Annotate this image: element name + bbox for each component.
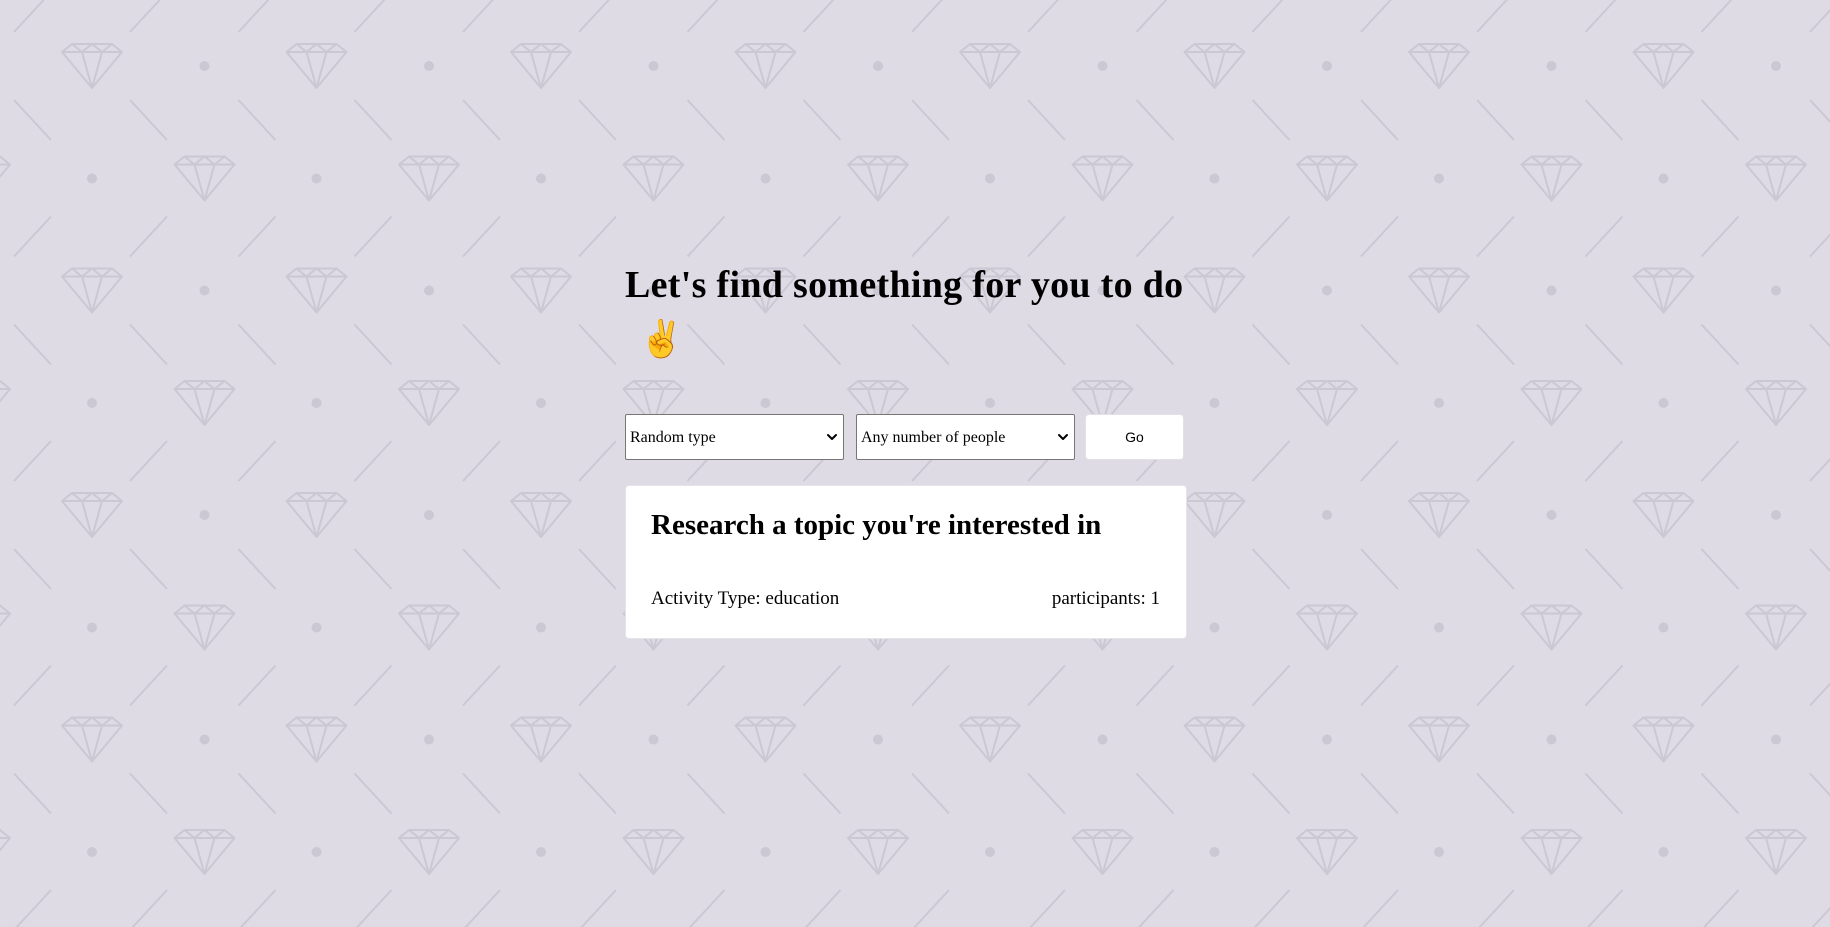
page-title: Let's find something for you to do ✌️ [625, 258, 1187, 366]
activity-meta: Activity Type: education participants: 1 [651, 588, 1160, 610]
page-title-text: Let's find something for you to do [625, 264, 1184, 306]
participants-label: participants: 1 [1051, 588, 1160, 609]
participants-select[interactable]: Any number of people [857, 415, 1074, 459]
activity-type-select[interactable]: Random type [626, 415, 843, 459]
filter-controls: Random type Any number of people Go [625, 414, 1187, 460]
activity-type-label: Activity Type: education [651, 588, 840, 609]
participants-select-wrapper: Any number of people [856, 414, 1075, 460]
activity-type-select-wrapper: Random type [625, 414, 844, 460]
go-button[interactable]: Go [1085, 414, 1184, 460]
victory-hand-icon: ✌️ [639, 319, 685, 359]
main-content: Let's find something for you to do ✌️ Ran… [625, 258, 1187, 639]
activity-title: Research a topic you're interested in [651, 509, 1102, 541]
activity-card: Research a topic you're interested in Ac… [625, 485, 1187, 639]
